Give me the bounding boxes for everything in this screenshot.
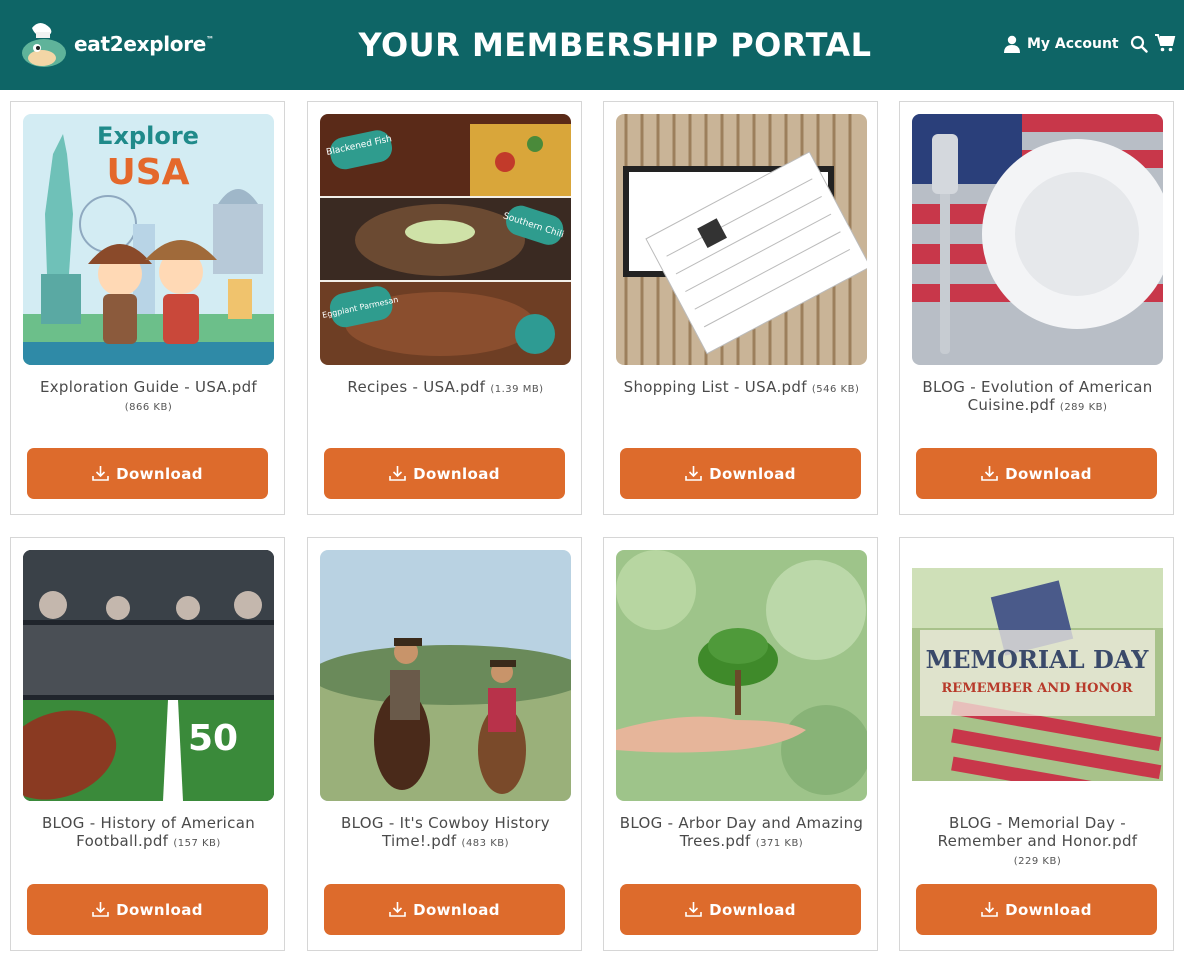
card-thumbnail[interactable]: Blackened Fish Southern Chili Eggplant P… <box>320 114 571 365</box>
site-logo[interactable]: eat2explore™ <box>20 18 220 70</box>
file-size: (371 KB) <box>755 838 804 849</box>
card-thumbnail[interactable]: MEMORIAL DAY REMEMBER AND HONOR <box>912 568 1163 781</box>
card-thumbnail[interactable]: Explore USA <box>23 114 274 365</box>
my-account-link[interactable]: My Account <box>1004 33 1119 55</box>
file-size: (546 KB) <box>811 384 860 395</box>
download-button[interactable]: Download <box>916 884 1157 935</box>
brand-name: eat2explore™ <box>74 32 214 56</box>
shopping-list-photo <box>616 114 867 365</box>
file-name[interactable]: Exploration Guide - USA.pdf (866 KB) <box>25 378 272 417</box>
download-label: Download <box>1005 900 1092 919</box>
cuisine-flag-table-photo <box>912 114 1163 365</box>
memorial-day-banner: MEMORIAL DAY REMEMBER AND HONOR <box>912 568 1163 781</box>
hand-tree-photo <box>616 550 867 801</box>
file-title: BLOG - History of American Football.pdf <box>41 814 256 850</box>
resource-card: MEMORIAL DAY REMEMBER AND HONOR BLOG - M… <box>899 537 1174 951</box>
download-label: Download <box>116 900 203 919</box>
file-size: (157 KB) <box>173 838 221 849</box>
explore-usa-illustration: Explore USA <box>23 114 274 365</box>
download-button[interactable]: Download <box>27 448 268 499</box>
user-icon <box>1004 35 1020 53</box>
site-header: eat2explore™ YOUR MEMBERSHIP PORTAL My A… <box>0 0 1184 90</box>
file-name[interactable]: BLOG - Evolution of American Cuisine.pdf… <box>914 378 1161 417</box>
card-thumbnail[interactable] <box>320 550 571 801</box>
mascot-logo-icon <box>22 23 66 67</box>
cowboys-riding-photo <box>320 550 571 801</box>
file-title: Exploration Guide - USA.pdf <box>39 378 258 396</box>
my-account-label: My Account <box>1027 36 1119 52</box>
file-size: (1.39 MB) <box>490 384 544 395</box>
football-stadium-photo: 50 <box>23 550 274 801</box>
resource-card: BLOG - Evolution of American Cuisine.pdf… <box>899 101 1174 515</box>
download-label: Download <box>413 464 500 483</box>
download-icon <box>685 466 702 481</box>
download-button[interactable]: Download <box>324 884 565 935</box>
card-thumbnail[interactable] <box>616 550 867 801</box>
download-icon <box>389 902 406 917</box>
file-name[interactable]: BLOG - Arbor Day and Amazing Trees.pdf (… <box>618 814 865 853</box>
download-button[interactable]: Download <box>27 884 268 935</box>
resource-card: BLOG - It's Cowboy History Time!.pdf (48… <box>307 537 582 951</box>
card-thumbnail[interactable] <box>912 114 1163 365</box>
recipes-collage: Blackened Fish Southern Chili Eggplant P… <box>320 114 571 365</box>
cart-icon[interactable] <box>1154 33 1176 53</box>
thumb-usa-text: USA <box>106 152 189 193</box>
page-title: YOUR MEMBERSHIP PORTAL <box>358 26 872 64</box>
card-thumbnail[interactable]: 50 <box>23 550 274 801</box>
download-icon <box>981 902 998 917</box>
search-icon[interactable] <box>1130 35 1148 53</box>
download-label: Download <box>709 900 796 919</box>
file-size: (483 KB) <box>461 838 510 849</box>
download-icon <box>389 466 406 481</box>
trademark: ™ <box>206 35 214 44</box>
file-title: BLOG - It's Cowboy History Time!.pdf <box>341 814 550 850</box>
thumb-yardline-text: 50 <box>188 718 238 759</box>
download-icon <box>92 902 109 917</box>
resource-card: Explore USA Exploration Guide - USA.pdf … <box>10 101 285 515</box>
resource-card: BLOG - Arbor Day and Amazing Trees.pdf (… <box>603 537 878 951</box>
file-size: (289 KB) <box>1059 402 1108 413</box>
card-thumbnail[interactable] <box>616 114 867 365</box>
download-label: Download <box>413 900 500 919</box>
file-title: BLOG - Memorial Day - Remember and Honor… <box>937 814 1138 850</box>
file-name[interactable]: Shopping List - USA.pdf (546 KB) <box>618 378 865 399</box>
file-name[interactable]: BLOG - History of American Football.pdf … <box>25 814 272 853</box>
download-button[interactable]: Download <box>916 448 1157 499</box>
brand-text: eat2explore <box>74 32 207 56</box>
download-label: Download <box>1005 464 1092 483</box>
file-name[interactable]: BLOG - Memorial Day - Remember and Honor… <box>914 814 1161 871</box>
file-size: (866 KB) <box>124 402 173 413</box>
resource-card: Blackened Fish Southern Chili Eggplant P… <box>307 101 582 515</box>
file-size: (229 KB) <box>1013 856 1062 867</box>
file-name[interactable]: Recipes - USA.pdf (1.39 MB) <box>322 378 569 399</box>
download-icon <box>981 466 998 481</box>
file-title: Recipes - USA.pdf <box>347 378 486 396</box>
thumb-explore-text: Explore <box>97 122 199 150</box>
download-button[interactable]: Download <box>324 448 565 499</box>
download-label: Download <box>709 464 796 483</box>
file-title: BLOG - Arbor Day and Amazing Trees.pdf <box>619 814 864 850</box>
download-icon <box>92 466 109 481</box>
download-button[interactable]: Download <box>620 884 861 935</box>
thumb-memorial-subtitle: REMEMBER AND HONOR <box>941 681 1132 696</box>
file-title: BLOG - Evolution of American Cuisine.pdf <box>922 378 1153 414</box>
file-title: Shopping List - USA.pdf <box>623 378 807 396</box>
file-name[interactable]: BLOG - It's Cowboy History Time!.pdf (48… <box>322 814 569 853</box>
resource-card: Shopping List - USA.pdf (546 KB) Downloa… <box>603 101 878 515</box>
download-button[interactable]: Download <box>620 448 861 499</box>
download-label: Download <box>116 464 203 483</box>
resource-card: 50 BLOG - History of American Football.p… <box>10 537 285 951</box>
download-icon <box>685 902 702 917</box>
thumb-memorial-title: MEMORIAL DAY <box>926 645 1150 674</box>
